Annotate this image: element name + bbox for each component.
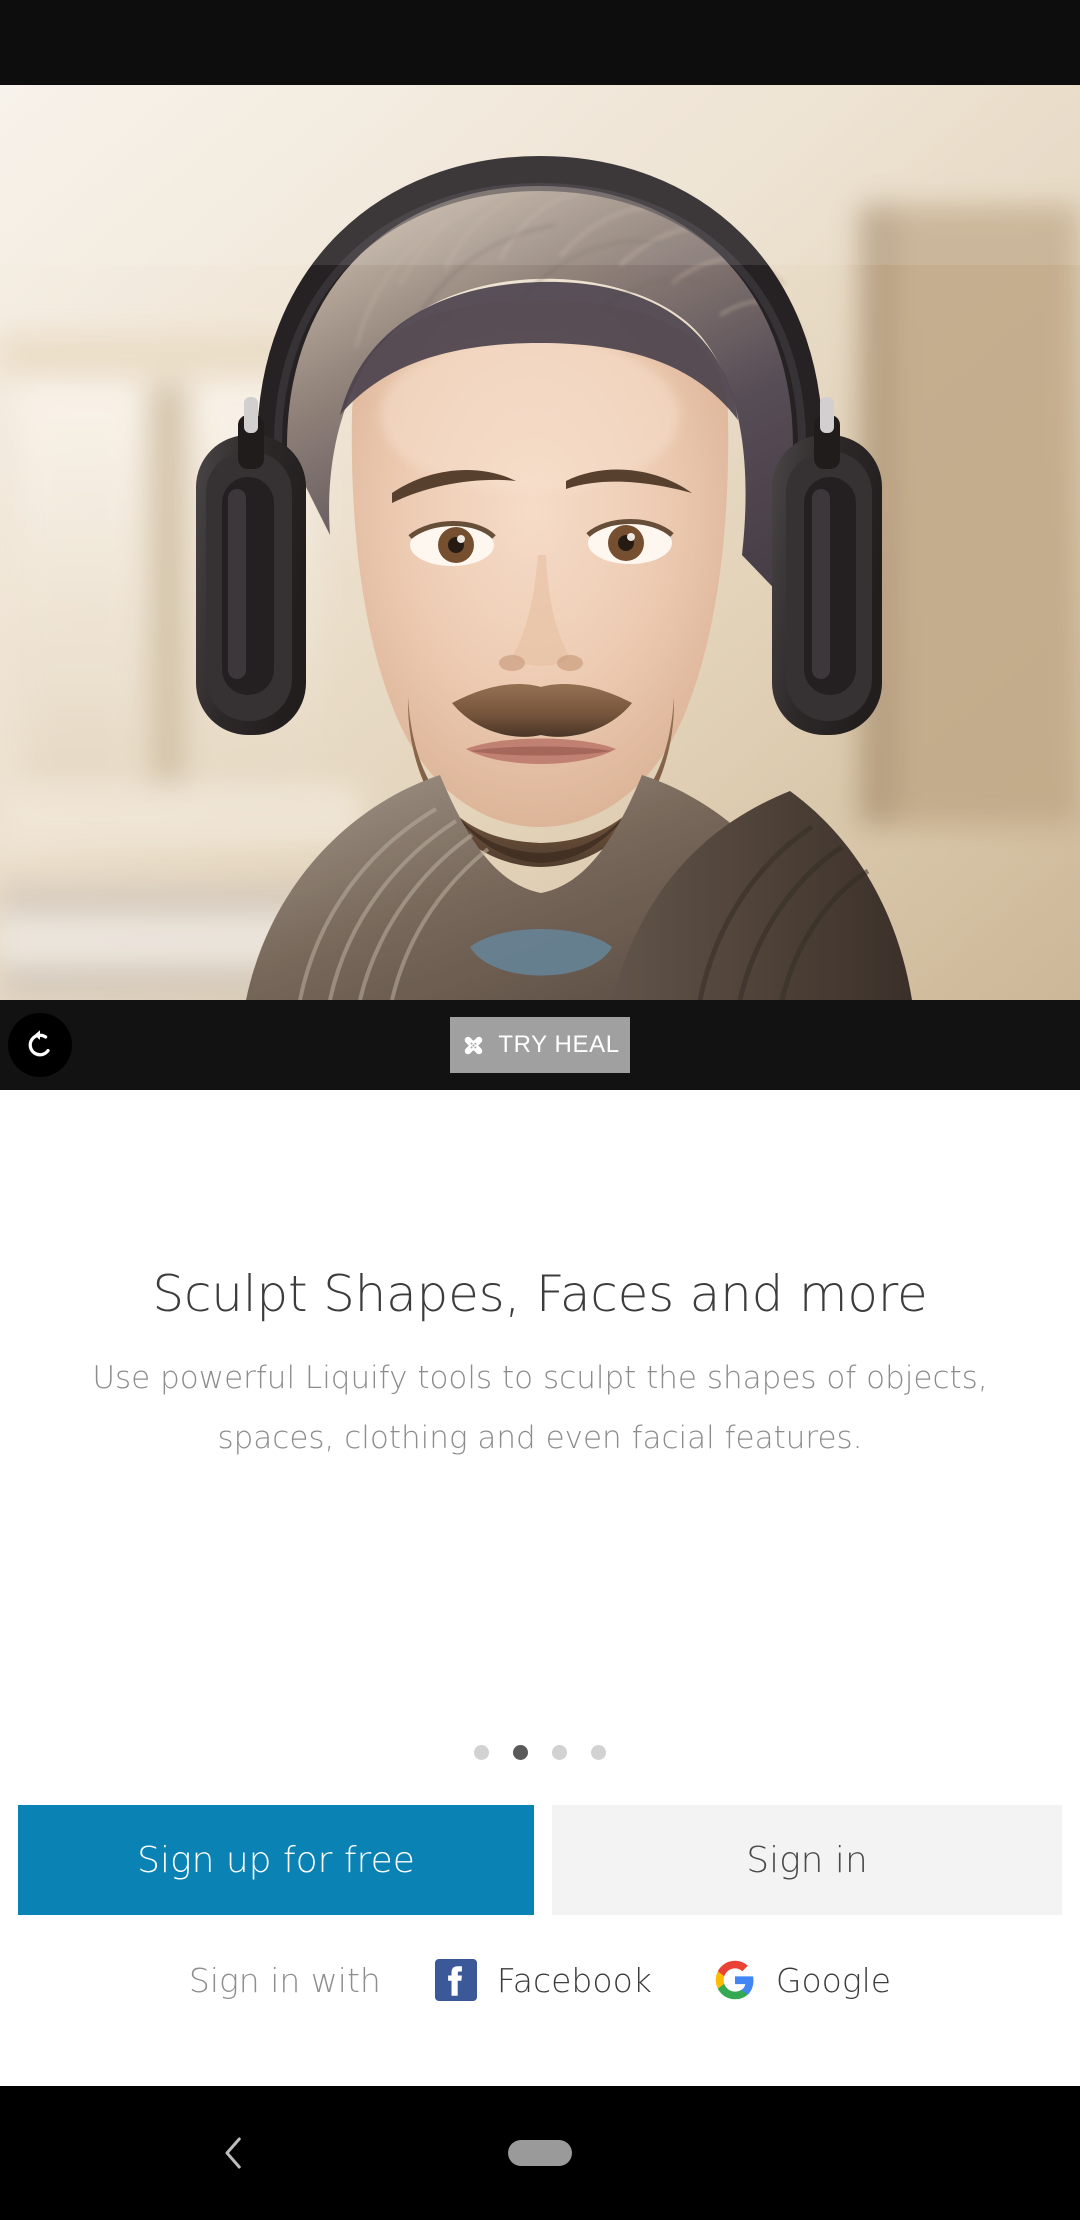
onboarding-body: Use powerful Liquify tools to sculpt the… [92, 1360, 988, 1456]
auth-button-row: Sign up for free Sign in [0, 1805, 1080, 1915]
bandage-heal-icon [465, 1036, 483, 1054]
sign-up-label: Sign up for free [137, 1839, 415, 1881]
back-button[interactable] [213, 2132, 255, 2174]
social-prompt-label: Sign in with [188, 1960, 381, 2000]
page-dot-2[interactable] [513, 1745, 528, 1760]
reset-circular-arrow-icon [28, 1030, 50, 1057]
try-heal-button[interactable]: TRY HEAL [450, 1017, 630, 1073]
social-signin-row: Sign in with Facebook Google [0, 1945, 1080, 2015]
editor-toolbar: TRY HEAL [0, 1000, 1080, 1090]
facebook-icon [434, 1959, 477, 2001]
android-nav-bar [0, 2086, 1080, 2220]
status-bar [0, 0, 1080, 85]
page-indicator[interactable] [0, 1745, 1080, 1760]
onboarding-panel: Sculpt Shapes, Faces and more Use powerf… [0, 1090, 1080, 2086]
back-chevron-icon [225, 2137, 241, 2169]
try-heal-label: TRY HEAL [498, 1031, 620, 1058]
sign-in-label: Sign in [746, 1839, 868, 1881]
page-dot-1[interactable] [474, 1745, 489, 1760]
onboarding-headline: Sculpt Shapes, Faces and more [152, 1265, 928, 1323]
home-pill-icon[interactable] [508, 2140, 572, 2166]
portrait-photo [0, 85, 1080, 1000]
page-dot-3[interactable] [552, 1745, 567, 1760]
facebook-signin-button[interactable]: Facebook [434, 1959, 652, 2001]
page-dot-4[interactable] [591, 1745, 606, 1760]
google-label: Google [775, 1960, 892, 2000]
sign-up-button[interactable]: Sign up for free [18, 1805, 534, 1915]
photo-preview[interactable] [0, 85, 1080, 1000]
reset-button[interactable] [8, 1013, 72, 1077]
google-g-icon [715, 1960, 754, 2000]
sign-in-button[interactable]: Sign in [552, 1805, 1062, 1915]
phone-screen: TRY HEAL Sculpt Shapes, Faces and more U… [0, 0, 1080, 2220]
facebook-label: Facebook [496, 1960, 652, 2000]
google-signin-button[interactable]: Google [714, 1959, 891, 2001]
